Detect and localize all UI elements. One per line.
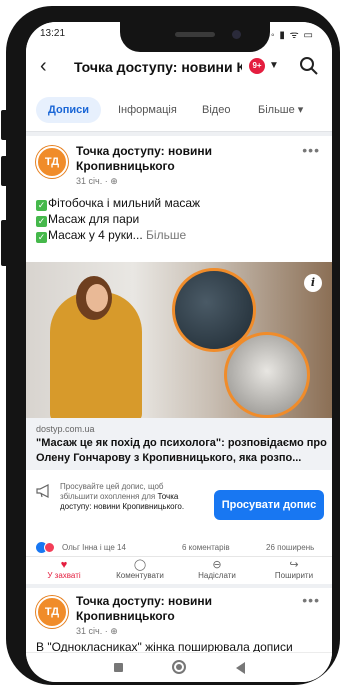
post-page-name[interactable]: Точка доступу: новини Кропивницького	[76, 594, 276, 624]
link-title: "Масаж це як похід до психолога": розпов…	[36, 437, 327, 464]
share-icon: ↪	[289, 559, 299, 571]
link-preview[interactable]: dostyp.com.ua "Масаж це як похід до псих…	[26, 418, 332, 470]
heart-icon: ♥	[60, 559, 68, 571]
more-options-icon[interactable]: •••	[302, 592, 320, 608]
avatar[interactable]: ТД	[36, 596, 68, 628]
reaction-names: Ольг Інна і ще 14	[62, 543, 126, 552]
post-line: ✓ Масаж у 4 руки... Більше	[36, 228, 187, 243]
phone-notch	[120, 22, 270, 52]
more-options-icon[interactable]: •••	[302, 142, 320, 158]
globe-icon: ⊕	[110, 176, 118, 186]
post-line: ✓ Масаж для пари	[36, 212, 140, 227]
tab-posts[interactable]: Дописи	[36, 97, 101, 123]
post-card: ТД Точка доступу: новини Кропивницького …	[26, 136, 332, 584]
link-domain: dostyp.com.ua	[36, 424, 95, 434]
home-icon[interactable]	[172, 660, 186, 674]
boost-post-button[interactable]: Просувати допис	[214, 490, 324, 520]
share-button[interactable]: ↪ Поширити	[256, 559, 332, 580]
post-meta: 31 січ. · ⊕	[76, 176, 118, 187]
volume-down-button	[1, 156, 6, 186]
messenger-badge[interactable]: 9+	[249, 58, 265, 74]
screen: 13:21 ▲ ◦ ▮ ᯤ ▭ ‹ Точка доступу: новини …	[26, 22, 332, 682]
status-time: 13:21	[40, 28, 66, 39]
post-card: ТД Точка доступу: новини Кропивницького …	[26, 588, 332, 654]
promo-text: Просувайте цей допис, щоб збільшити охоп…	[60, 482, 185, 511]
megaphone-icon	[36, 484, 49, 498]
send-button[interactable]: ⊖ Надіслати	[179, 559, 255, 580]
phone-frame: 13:21 ▲ ◦ ▮ ᯤ ▭ ‹ Точка доступу: новини …	[6, 6, 340, 685]
photo-figure-face	[86, 284, 108, 312]
tab-info[interactable]: Інформація	[118, 97, 177, 123]
reactions-summary[interactable]: Ольг Інна і ще 14 6 коментарів 26 пошире…	[26, 540, 332, 556]
post-date: 31 січ. ·	[76, 626, 111, 636]
post-meta: 31 січ. · ⊕	[76, 626, 118, 637]
info-icon[interactable]: i	[304, 274, 322, 292]
chevron-down-icon[interactable]: ▼	[269, 60, 279, 71]
inset-photo	[224, 332, 310, 418]
volume-up-button	[1, 110, 6, 140]
comments-count[interactable]: 6 коментарів	[182, 543, 230, 552]
post-image[interactable]: i	[26, 262, 332, 418]
page-tabs: Дописи Інформація Відео Більше ▾	[26, 88, 332, 132]
page-title: Точка доступу: новини К...	[74, 59, 242, 75]
recent-apps-icon[interactable]	[114, 663, 123, 672]
tab-video[interactable]: Відео	[202, 97, 230, 123]
post-line: ✓ Фітобочка і мильний масаж	[36, 196, 201, 211]
comment-button[interactable]: ◯ Коментувати	[102, 559, 178, 580]
back-arrow-icon[interactable]: ‹	[40, 55, 47, 78]
avatar[interactable]: ТД	[36, 146, 68, 178]
shares-count[interactable]: 26 поширень	[266, 543, 314, 552]
globe-icon: ⊕	[110, 626, 118, 636]
post-actions: ♥ У захваті ◯ Коментувати ⊖ Надіслати ↪ …	[26, 556, 332, 584]
search-icon[interactable]	[298, 55, 320, 77]
love-reaction-icon	[44, 542, 55, 553]
messenger-icon: ⊖	[212, 559, 222, 571]
post-date: 31 січ. ·	[76, 176, 111, 186]
system-nav-bar	[26, 652, 332, 682]
page-header: ‹ Точка доступу: новини К... 9+ ▼	[26, 46, 332, 88]
see-more-link[interactable]: Більше	[146, 228, 186, 242]
checkmark-icon: ✓	[36, 232, 47, 243]
back-triangle-icon[interactable]	[236, 662, 245, 674]
speaker-grille	[175, 32, 215, 37]
comment-icon: ◯	[133, 559, 147, 571]
tab-more[interactable]: Більше ▾	[258, 97, 303, 123]
camera-icon	[232, 30, 241, 39]
checkmark-icon: ✓	[36, 216, 47, 227]
boost-promo: Просувайте цей допис, щоб збільшити охоп…	[26, 476, 332, 536]
checkmark-icon: ✓	[36, 200, 47, 211]
love-button[interactable]: ♥ У захваті	[26, 559, 102, 580]
side-button	[1, 220, 6, 266]
post-page-name[interactable]: Точка доступу: новини Кропивницького	[76, 144, 276, 174]
